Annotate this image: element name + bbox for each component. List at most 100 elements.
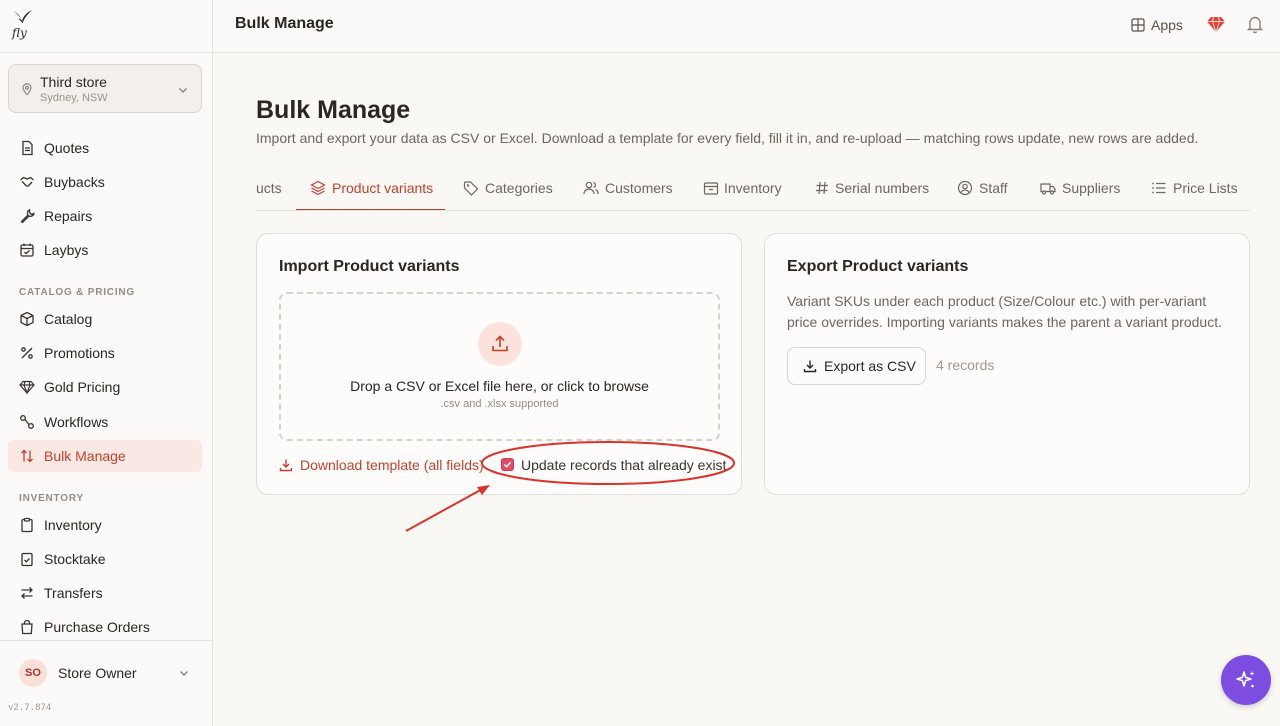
apps-label: Apps — [1151, 17, 1183, 33]
svg-text:fly: fly — [11, 26, 27, 40]
sidebar-item-label: Repairs — [44, 208, 93, 224]
topbar-title: Bulk Manage — [235, 15, 334, 32]
sidebar-item-promotions[interactable]: Promotions — [8, 337, 202, 369]
tab-product-variants[interactable]: Product variants — [296, 168, 445, 210]
truck-icon — [1040, 183, 1056, 195]
store-name: Third store — [40, 74, 107, 90]
layers-icon — [310, 180, 326, 196]
sort-arrows-icon — [21, 449, 33, 463]
tab-label: Price Lists — [1173, 180, 1238, 196]
sidebar-item-label: Inventory — [44, 517, 102, 533]
bell-icon[interactable] — [1246, 14, 1264, 34]
tab-bar: ucts Product variants Categories Custome… — [256, 168, 1250, 211]
export-card: Export Product variants Variant SKUs und… — [764, 233, 1250, 495]
chevron-down-icon — [180, 671, 188, 676]
dropzone-subtext: .csv and .xlsx supported — [440, 398, 559, 410]
tab-inventory[interactable]: Inventory — [703, 168, 793, 210]
percent-icon — [21, 347, 33, 359]
topbar: Bulk Manage Apps — [213, 0, 1280, 53]
sidebar-item-label: Purchase Orders — [44, 619, 150, 635]
sidebar: fly Third store Sydney, NSW Quotes Buyba… — [0, 0, 213, 726]
tab-serial-numbers[interactable]: Serial numbers — [814, 168, 934, 210]
sidebar-item-purchase-orders[interactable]: Purchase Orders — [8, 611, 202, 643]
user-circle-icon — [957, 180, 973, 196]
tab-label: Customers — [605, 180, 673, 196]
export-title: Export Product variants — [787, 258, 969, 275]
wrench-icon — [20, 208, 35, 224]
ai-assistant-button[interactable] — [1221, 655, 1271, 705]
record-count: 4 records — [936, 357, 995, 373]
export-description: Variant SKUs under each product (Size/Co… — [787, 293, 1222, 330]
fly-logo-icon[interactable]: fly — [10, 8, 36, 40]
user-name: Store Owner — [58, 665, 137, 681]
file-dropzone[interactable]: Drop a CSV or Excel file here, or click … — [279, 292, 720, 441]
arrows-swap-icon — [21, 587, 33, 599]
user-menu[interactable]: SO Store Owner — [8, 652, 202, 694]
sidebar-item-workflows[interactable]: Workflows — [8, 406, 202, 438]
update-existing-checkbox[interactable] — [501, 458, 514, 471]
sidebar-item-label: Quotes — [44, 140, 90, 156]
clipboard-icon — [21, 517, 33, 533]
dropzone-text: Drop a CSV or Excel file here, or click … — [350, 378, 649, 394]
avatar: SO — [19, 659, 47, 687]
download-template-label: Download template (all fields) — [300, 457, 484, 473]
sidebar-item-inventory[interactable]: Inventory — [8, 509, 202, 541]
page-description: Import and export your data as CSV or Ex… — [256, 130, 1199, 146]
export-csv-button[interactable]: Export as CSV — [787, 347, 926, 385]
package-icon — [20, 311, 34, 327]
sidebar-item-label: Promotions — [44, 345, 115, 361]
tab-label: Serial numbers — [835, 180, 930, 196]
sidebar-item-label: Stocktake — [44, 551, 106, 567]
tab-categories[interactable]: Categories — [463, 168, 563, 210]
archive-icon — [703, 182, 719, 195]
download-icon — [803, 360, 817, 373]
store-selector[interactable]: Third store Sydney, NSW — [8, 64, 202, 113]
import-card: Import Product variants Drop a CSV or Ex… — [256, 233, 742, 495]
chevron-down-icon — [179, 88, 187, 93]
upload-icon — [478, 322, 522, 366]
sidebar-item-repairs[interactable]: Repairs — [8, 200, 202, 232]
tab-label: ucts — [256, 180, 282, 196]
store-location: Sydney, NSW — [40, 92, 108, 104]
workflow-icon — [20, 415, 34, 429]
tab-label: Product variants — [332, 180, 434, 196]
sidebar-item-stocktake[interactable]: Stocktake — [8, 543, 202, 575]
tab-customers[interactable]: Customers — [583, 168, 683, 210]
calendar-check-icon — [20, 243, 34, 257]
sidebar-item-catalog[interactable]: Catalog — [8, 303, 202, 335]
section-title-catalog: CATALOG & PRICING — [19, 287, 136, 298]
tab-suppliers[interactable]: Suppliers — [1040, 168, 1130, 210]
gem-icon — [19, 380, 35, 395]
sidebar-item-gold-pricing[interactable]: Gold Pricing — [8, 371, 202, 403]
export-csv-label: Export as CSV — [824, 358, 916, 374]
tab-label: Categories — [485, 180, 553, 196]
tab-price-lists[interactable]: Price Lists — [1151, 168, 1250, 210]
sidebar-item-laybys[interactable]: Laybys — [8, 234, 202, 266]
sidebar-item-buybacks[interactable]: Buybacks — [8, 166, 202, 198]
sidebar-item-transfers[interactable]: Transfers — [8, 577, 202, 609]
sidebar-item-label: Workflows — [44, 414, 109, 430]
sidebar-item-label: Buybacks — [44, 174, 105, 190]
sidebar-item-quotes[interactable]: Quotes — [8, 132, 202, 164]
users-icon — [583, 181, 599, 195]
list-icon — [1152, 182, 1166, 194]
page-title: Bulk Manage — [256, 96, 411, 124]
tab-staff[interactable]: Staff — [957, 168, 1017, 210]
hash-icon — [816, 181, 828, 195]
grid-icon — [1131, 18, 1145, 32]
sidebar-item-label: Laybys — [44, 242, 89, 258]
tab-products[interactable]: ucts — [256, 168, 286, 210]
download-icon — [279, 459, 293, 472]
app-version: v2.7.874 — [8, 703, 52, 713]
sidebar-item-bulk-manage[interactable]: Bulk Manage — [8, 440, 202, 472]
sidebar-item-label: Gold Pricing — [44, 379, 121, 395]
tab-label: Inventory — [724, 180, 782, 196]
sparkles-icon — [1236, 671, 1255, 688]
map-pin-icon — [22, 83, 32, 96]
tag-icon — [463, 181, 479, 196]
sidebar-divider — [0, 640, 213, 641]
tab-label: Suppliers — [1062, 180, 1121, 196]
sidebar-item-label: Transfers — [44, 585, 103, 601]
gem-icon[interactable] — [1206, 14, 1226, 34]
update-existing-label[interactable]: Update records that already exist — [521, 457, 726, 473]
